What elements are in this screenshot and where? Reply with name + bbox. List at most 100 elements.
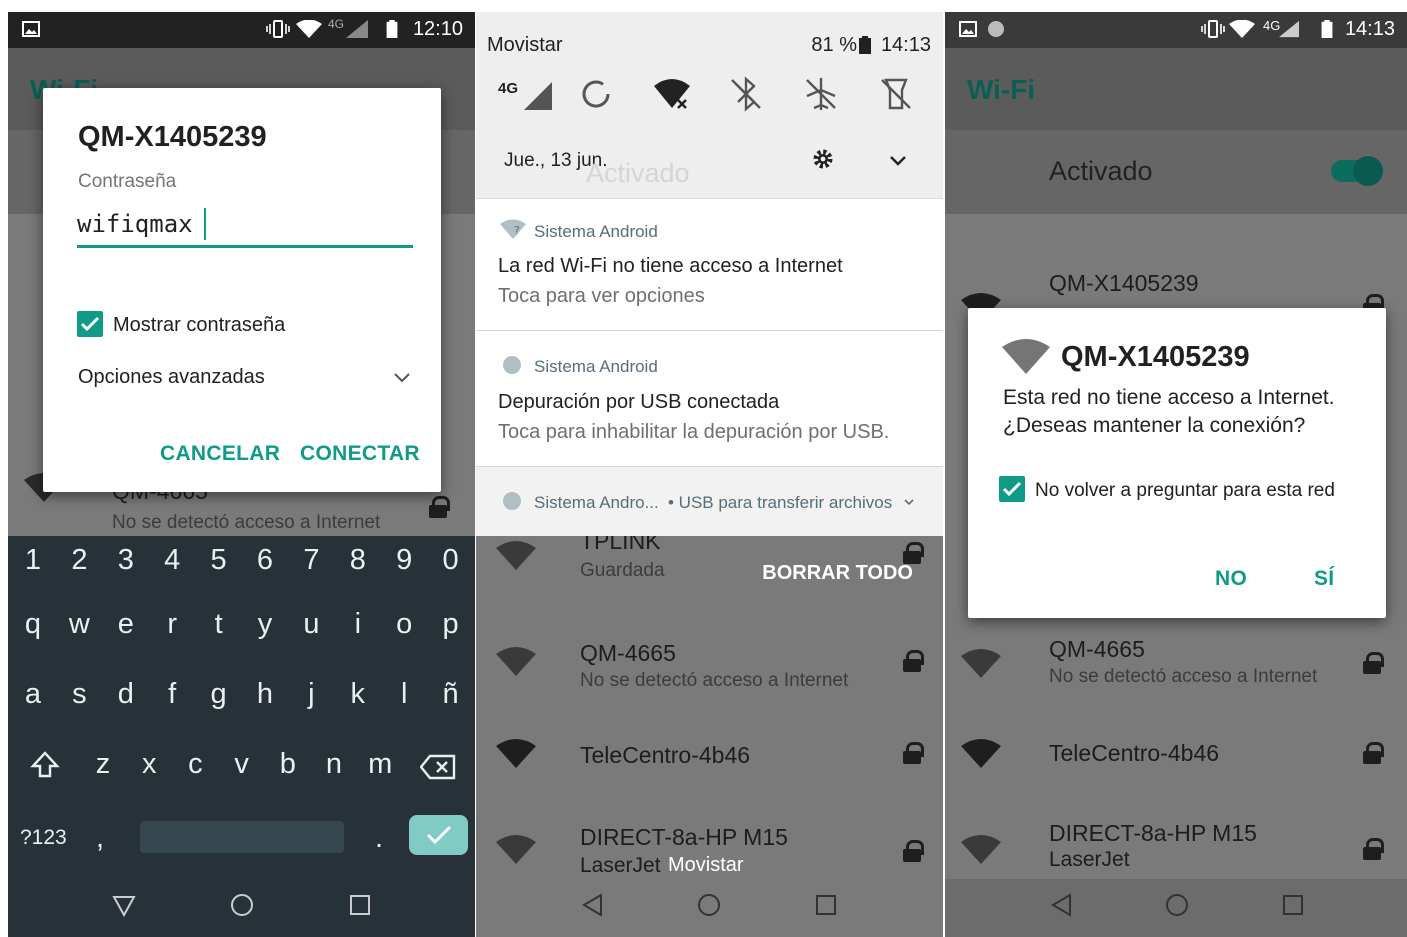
key-1[interactable]: 1	[10, 544, 56, 577]
key-o[interactable]: o	[381, 608, 427, 641]
home-icon[interactable]	[230, 893, 254, 917]
airplane-mode-off-tile-icon[interactable]	[801, 74, 841, 114]
advanced-options-row[interactable]: Opciones avanzadas	[78, 358, 413, 398]
wifi-signal-icon	[961, 835, 1001, 864]
network-list-item[interactable]: TeleCentro-4b46	[945, 712, 1407, 802]
dont-ask-again-checkbox[interactable]	[999, 476, 1025, 502]
carrier-name: Movistar	[487, 34, 563, 56]
notification-title: Depuración por USB conectada	[498, 391, 780, 413]
settings-gear-icon[interactable]	[812, 148, 834, 170]
key-t[interactable]: t	[196, 608, 242, 641]
clear-all-button[interactable]: BORRAR TODO	[762, 562, 913, 585]
key-d[interactable]: d	[103, 678, 149, 711]
network-status: LaserJet	[1049, 848, 1130, 871]
phone-panel-wifi-password: 4G 12:10 Wi-Fi QM-4665 No se detectó acc…	[8, 12, 475, 937]
key-5[interactable]: 5	[196, 544, 242, 577]
flashlight-off-tile-icon[interactable]	[876, 74, 916, 114]
wifi-toggle-label: Activado	[1049, 156, 1153, 186]
key-u[interactable]: u	[288, 608, 334, 641]
enter-key[interactable]	[409, 815, 468, 855]
chevron-down-icon[interactable]	[904, 499, 914, 506]
key-j[interactable]: j	[288, 678, 334, 711]
home-icon[interactable]	[1165, 893, 1189, 917]
connect-button[interactable]: CONECTAR	[300, 442, 420, 466]
bluetooth-off-tile-icon[interactable]	[726, 74, 766, 114]
notification-usb-debugging[interactable]: Sistema Android Depuración por USB conec…	[476, 330, 943, 466]
lock-icon	[903, 742, 924, 764]
key-4[interactable]: 4	[149, 544, 195, 577]
home-icon[interactable]	[697, 893, 721, 917]
key-g[interactable]: g	[196, 678, 242, 711]
key-8[interactable]: 8	[335, 544, 381, 577]
notification-wifi-no-internet[interactable]: ? Sistema Android La red Wi-Fi no tiene …	[476, 198, 943, 330]
space-key[interactable]	[140, 821, 344, 853]
key-k[interactable]: k	[335, 678, 381, 711]
key-i[interactable]: i	[335, 608, 381, 641]
back-icon[interactable]	[581, 893, 605, 917]
notification-text: • USB para transferir archivos	[668, 493, 893, 512]
wifi-no-internet-tile-icon[interactable]	[652, 74, 692, 114]
key-w[interactable]: w	[56, 608, 102, 641]
key-m[interactable]: m	[357, 748, 403, 781]
period-key[interactable]: .	[375, 822, 383, 855]
key-z[interactable]: z	[80, 748, 126, 781]
key-ñ[interactable]: ñ	[428, 678, 474, 711]
backspace-icon[interactable]	[420, 754, 456, 780]
recents-icon[interactable]	[814, 893, 838, 917]
network-list-item[interactable]: QM-4665 No se detectó acceso a Internet	[945, 620, 1407, 710]
wifi-status-icon	[296, 20, 322, 38]
advanced-options-label: Opciones avanzadas	[78, 366, 265, 388]
wifi-toggle-row[interactable]: Activado	[945, 130, 1407, 214]
key-q[interactable]: q	[10, 608, 56, 641]
key-s[interactable]: s	[56, 678, 102, 711]
key-b[interactable]: b	[265, 748, 311, 781]
password-value: wifiqmax	[77, 210, 193, 238]
key-7[interactable]: 7	[288, 544, 334, 577]
key-n[interactable]: n	[311, 748, 357, 781]
back-icon[interactable]	[1050, 893, 1074, 917]
key-3[interactable]: 3	[103, 544, 149, 577]
network-list-item[interactable]: TeleCentro-4b46	[476, 712, 943, 802]
key-l[interactable]: l	[381, 678, 427, 711]
key-6[interactable]: 6	[242, 544, 288, 577]
cancel-button[interactable]: CANCELAR	[160, 442, 280, 466]
mobile-data-tile-icon[interactable]	[516, 74, 556, 114]
back-down-icon[interactable]	[112, 893, 136, 917]
key-f[interactable]: f	[149, 678, 195, 711]
recents-icon[interactable]	[1281, 893, 1305, 917]
key-a[interactable]: a	[10, 678, 56, 711]
key-y[interactable]: y	[242, 608, 288, 641]
chevron-down-icon	[394, 373, 410, 383]
sync-tile-icon[interactable]	[576, 74, 616, 114]
key-2[interactable]: 2	[56, 544, 102, 577]
key-c[interactable]: c	[172, 748, 218, 781]
password-input[interactable]: wifiqmax	[77, 206, 413, 248]
notification-usb-transfer[interactable]: Sistema Andro... • USB para transferir a…	[476, 466, 943, 536]
key-0[interactable]: 0	[428, 544, 474, 577]
svg-text:?: ?	[514, 224, 520, 237]
check-icon	[80, 316, 100, 332]
network-status: LaserJet	[580, 854, 661, 877]
wifi-toggle-switch[interactable]	[1331, 156, 1383, 186]
comma-key[interactable]: ,	[96, 822, 104, 855]
key-9[interactable]: 9	[381, 544, 427, 577]
wifi-signal-icon	[496, 647, 536, 676]
recents-icon[interactable]	[348, 893, 372, 917]
symbols-key[interactable]: ?123	[20, 826, 67, 850]
key-v[interactable]: v	[219, 748, 265, 781]
key-e[interactable]: e	[103, 608, 149, 641]
key-p[interactable]: p	[428, 608, 474, 641]
network-list-item[interactable]: QM-4665 No se detectó acceso a Internet	[476, 620, 943, 710]
key-x[interactable]: x	[126, 748, 172, 781]
shift-icon[interactable]	[30, 750, 60, 780]
no-button[interactable]: NO	[1215, 567, 1247, 591]
network-status: Guardada	[580, 560, 665, 581]
key-r[interactable]: r	[149, 608, 195, 641]
yes-button[interactable]: SÍ	[1314, 567, 1334, 591]
network-ssid: TeleCentro-4b46	[1049, 740, 1220, 766]
show-password-checkbox[interactable]	[77, 311, 103, 337]
battery-percent: 81 %	[811, 34, 857, 56]
key-h[interactable]: h	[242, 678, 288, 711]
expand-chevron-icon[interactable]	[890, 156, 906, 166]
lock-icon	[1363, 652, 1384, 674]
